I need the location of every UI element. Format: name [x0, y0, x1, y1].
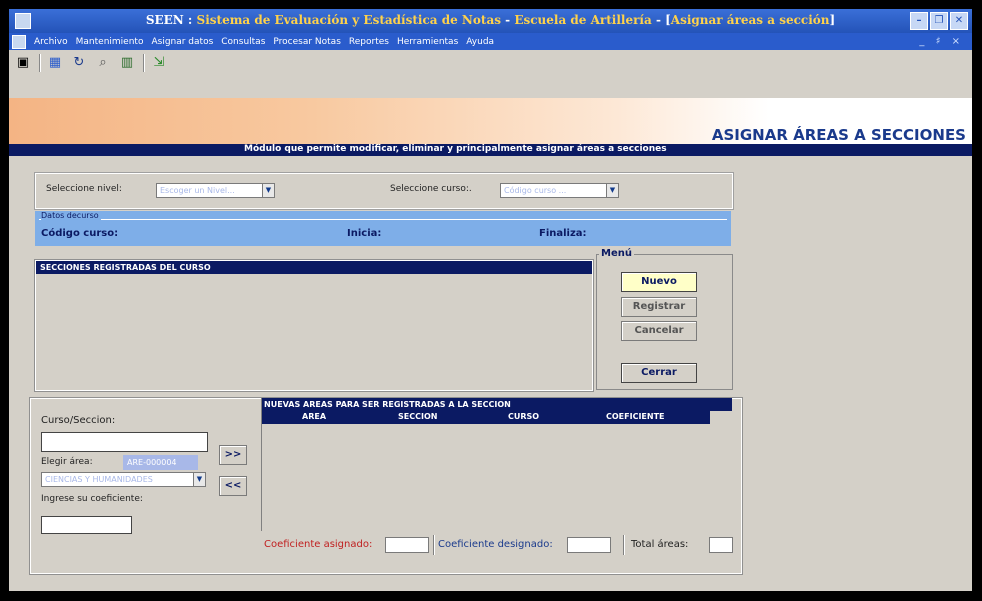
books-icon[interactable]: ▥	[117, 54, 137, 72]
menu-asignar-datos[interactable]: Asignar datos	[147, 37, 217, 47]
mdi-controls[interactable]: _ ♯ ×	[919, 36, 972, 47]
designated-coefficient-label: Coeficiente designado:	[438, 539, 553, 550]
add-area-button[interactable]: >>	[219, 445, 247, 465]
nivel-select[interactable]: Escoger un Nivel... ▼	[156, 183, 275, 198]
column-curso[interactable]: CURSO	[508, 412, 539, 421]
close-icon[interactable]: ✕	[950, 12, 968, 30]
designated-coefficient-field	[567, 537, 611, 553]
end-label: Finaliza:	[539, 228, 587, 239]
banner-graphic	[9, 98, 769, 144]
divider	[433, 535, 435, 555]
curso-label: Seleccione curso:.	[390, 184, 472, 194]
new-button[interactable]: Nuevo	[621, 272, 697, 292]
search-icon[interactable]: ⌕	[93, 54, 113, 72]
menu-archivo[interactable]: Archivo	[30, 37, 72, 47]
selection-panel: Seleccione nivel: Escoger un Nivel... ▼ …	[34, 172, 734, 210]
mdi-child-icon[interactable]	[12, 34, 26, 49]
menu-ayuda[interactable]: Ayuda	[462, 37, 498, 47]
menu-legend: Menú	[599, 248, 634, 259]
exit-icon[interactable]: ⇲	[149, 54, 169, 72]
new-areas-title: NUEVAS AREAS PARA SER REGISTRADAS A LA S…	[262, 398, 732, 411]
new-areas-grid[interactable]: NUEVAS AREAS PARA SER REGISTRADAS A LA S…	[261, 398, 732, 531]
page-title: ASIGNAR ÁREAS A SECCIONES	[711, 126, 966, 144]
register-button[interactable]: Registrar	[621, 297, 697, 317]
menu-consultas[interactable]: Consultas	[217, 37, 269, 47]
menu-reportes[interactable]: Reportes	[345, 37, 393, 47]
column-area[interactable]: AREA	[302, 412, 326, 421]
choose-area-label: Elegir área:	[41, 457, 93, 467]
calculator-icon[interactable]: ▦	[45, 54, 65, 72]
total-areas-label: Total áreas:	[631, 539, 689, 550]
toolbar-separator	[39, 53, 41, 72]
divider	[623, 535, 625, 555]
minimize-icon[interactable]: –	[910, 12, 928, 30]
course-data-caption: Datos decurso	[41, 211, 101, 220]
area-select[interactable]: CIENCIAS Y HUMANIDADES ▼	[41, 472, 206, 487]
column-seccion[interactable]: SECCION	[398, 412, 437, 421]
course-section-input[interactable]	[41, 432, 208, 452]
chevron-down-icon[interactable]: ▼	[262, 184, 274, 197]
coefficient-label: Ingrese su coeficiente:	[41, 494, 143, 504]
menu-group: Menú Nuevo Registrar Cancelar Cerrar	[596, 248, 733, 390]
assigned-coefficient-field	[385, 537, 429, 553]
course-code-label: Código curso:	[41, 228, 119, 239]
subtitle-bar: Módulo que permite modificar, eliminar y…	[9, 144, 972, 156]
column-coeficiente[interactable]: COEFICIENTE	[606, 412, 665, 421]
title-bar: SEEN : Sistema de Evaluación y Estadísti…	[9, 9, 972, 33]
close-button[interactable]: Cerrar	[621, 363, 697, 383]
chevron-down-icon[interactable]: ▼	[606, 184, 618, 197]
menu-procesar-notas[interactable]: Procesar Notas	[269, 37, 345, 47]
cancel-button[interactable]: Cancelar	[621, 321, 697, 341]
page-subtitle: Módulo que permite modificar, eliminar y…	[244, 144, 667, 154]
toolbar-separator	[143, 53, 145, 72]
chevron-down-icon[interactable]: ▼	[193, 473, 205, 486]
course-data-panel: Datos decurso Código curso: Inicia: Fina…	[35, 211, 731, 246]
toolbar: ▣ ▦ ↻ ⌕ ▥ ⇲	[9, 50, 972, 75]
start-label: Inicia:	[347, 228, 382, 239]
menu-bar: Archivo Mantenimiento Asignar datos Cons…	[9, 33, 972, 50]
nivel-label: Seleccione nivel:	[46, 184, 122, 194]
registered-sections-header: SECCIONES REGISTRADAS DEL CURSO	[36, 261, 592, 274]
window-title: SEEN : Sistema de Evaluación y Estadísti…	[145, 13, 836, 27]
divider	[39, 219, 727, 220]
banner: ASIGNAR ÁREAS A SECCIONES	[9, 98, 972, 144]
registered-sections-list[interactable]: SECCIONES REGISTRADAS DEL CURSO	[34, 259, 594, 392]
app-window: SEEN : Sistema de Evaluación y Estadísti…	[9, 9, 972, 591]
refresh-icon[interactable]: ↻	[69, 54, 89, 72]
coefficient-input[interactable]	[41, 516, 132, 534]
assigned-coefficient-label: Coeficiente asignado:	[264, 539, 373, 550]
remove-area-button[interactable]: <<	[219, 476, 247, 496]
new-areas-columns: AREA SECCION CURSO COEFICIENTE	[262, 411, 710, 424]
menu-herramientas[interactable]: Herramientas	[393, 37, 462, 47]
total-areas-field	[709, 537, 733, 553]
course-section-label: Curso/Seccion:	[41, 415, 116, 426]
curso-select[interactable]: Código curso ... ▼	[500, 183, 619, 198]
area-code-field: ARE-000004	[123, 455, 198, 470]
assignment-panel: Curso/Seccion: Elegir área: ARE-000004 C…	[29, 397, 743, 575]
menu-mantenimiento[interactable]: Mantenimiento	[72, 37, 148, 47]
restore-icon[interactable]: ❐	[930, 12, 948, 30]
window-icon[interactable]: ▣	[13, 54, 33, 72]
